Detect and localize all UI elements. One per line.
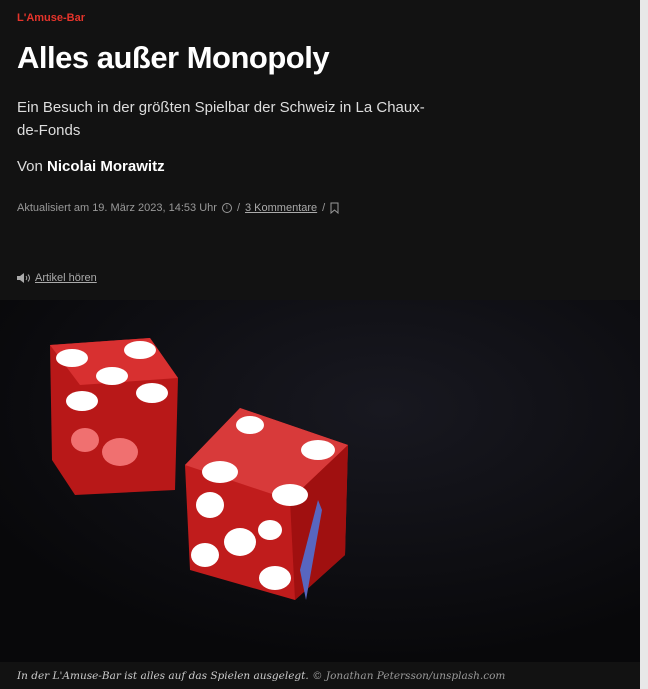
comments-link[interactable]: 3 Kommentare [245, 202, 317, 214]
article-meta: Aktualisiert am 19. März 2023, 14:53 Uhr… [17, 202, 339, 214]
image-credit: © Jonathan Petersson/unsplash.com [312, 670, 506, 682]
caption-text: In der L'Amuse-Bar ist alles auf das Spi… [17, 670, 309, 682]
listen-label: Artikel hören [35, 272, 97, 284]
byline: Von Nicolai Morawitz [17, 158, 165, 175]
bookmark-icon[interactable] [330, 202, 339, 214]
byline-prefix: Von [17, 158, 43, 175]
page-title: Alles außer Monopoly [17, 40, 330, 75]
speaker-icon [17, 273, 30, 283]
scrollbar[interactable] [640, 0, 648, 689]
info-icon[interactable]: i [221, 203, 232, 213]
separator: / [322, 202, 326, 214]
article-lead: Ein Besuch in der größten Spielbar der S… [17, 99, 425, 139]
image-caption: In der L'Amuse-Bar ist alles auf das Spi… [17, 670, 505, 682]
dice-left [50, 338, 178, 495]
listen-button[interactable]: Artikel hören [17, 272, 97, 284]
article-image [0, 300, 640, 662]
kicker: L'Amuse-Bar [17, 12, 86, 24]
author-link[interactable]: Nicolai Morawitz [47, 158, 165, 175]
separator: / [236, 202, 240, 214]
updated-date: Aktualisiert am 19. März 2023, 14:53 Uhr [17, 202, 217, 214]
